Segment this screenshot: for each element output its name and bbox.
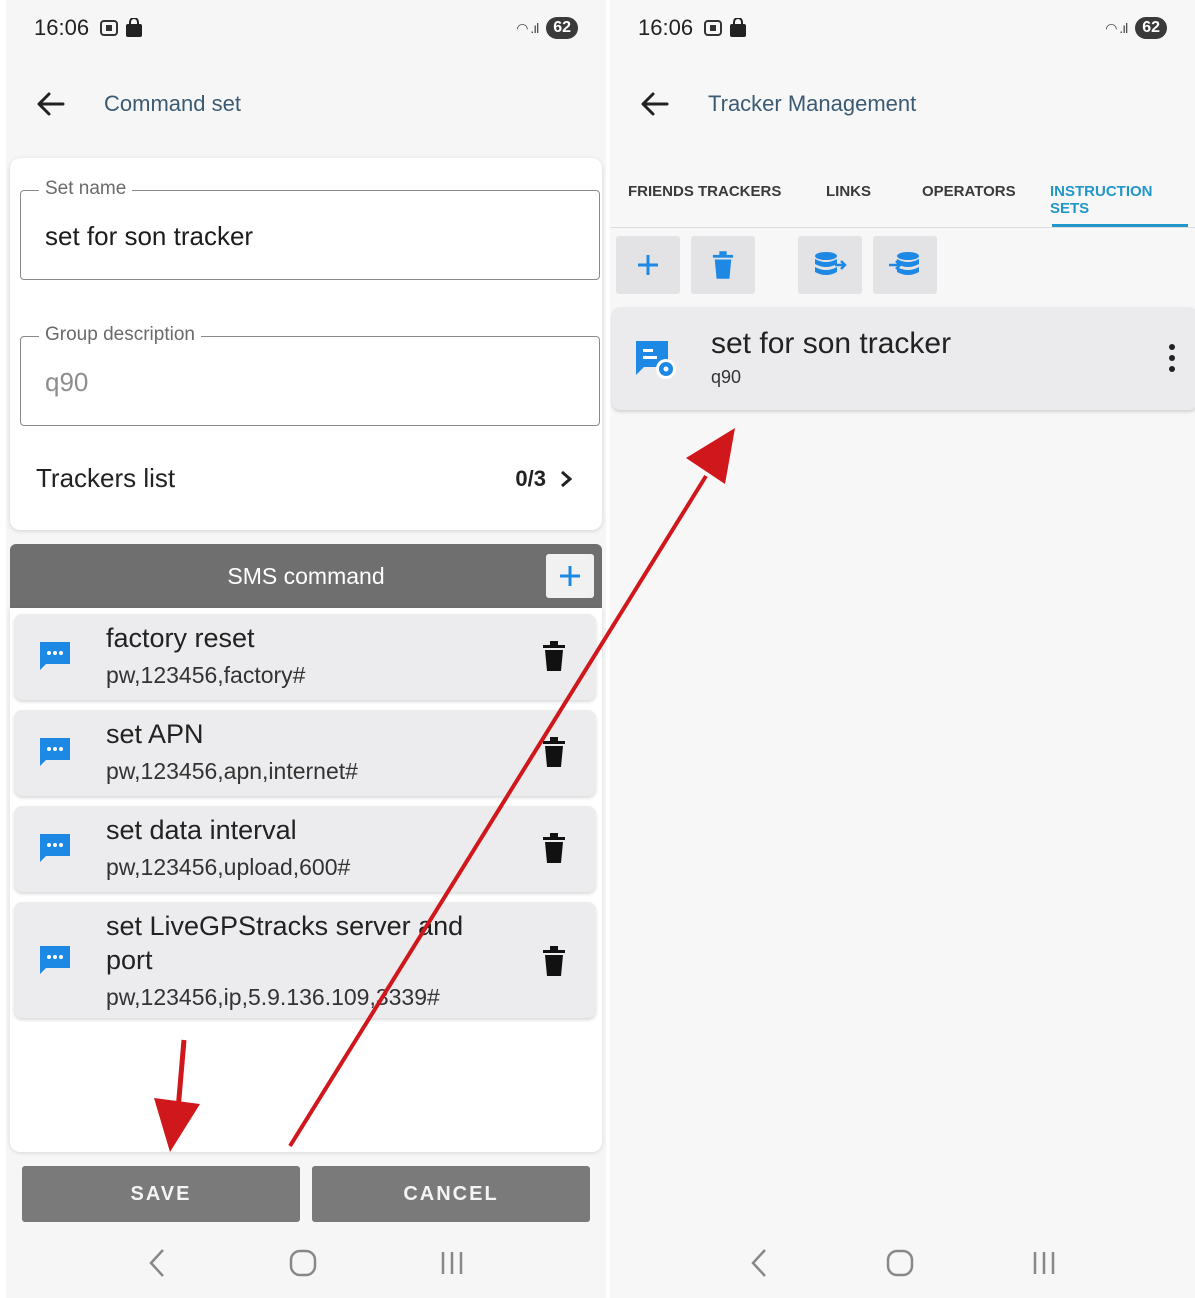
cancel-button[interactable]: CANCEL: [312, 1166, 590, 1222]
chat-icon: [40, 946, 70, 974]
command-name-line1: set LiveGPStracks server and: [106, 911, 464, 941]
battery-badge: 62: [1135, 17, 1167, 39]
status-time: 16:06: [34, 15, 90, 40]
bag-icon: [126, 18, 143, 37]
command-name: set data interval: [106, 815, 297, 845]
app-bar: Command set: [6, 56, 606, 152]
database-import-icon: [889, 252, 919, 275]
more-vert-icon[interactable]: [1167, 343, 1177, 373]
command-code: pw,123456,factory#: [106, 662, 306, 688]
status-bar: 16:06 ◠ .ıl 62: [610, 0, 1195, 56]
screenshot-icon: [704, 20, 723, 36]
trackers-list-row[interactable]: Trackers list 0/3: [36, 463, 572, 494]
tab-friends-trackers[interactable]: FRIENDS TRACKERS: [628, 183, 781, 200]
set-name: set for son tracker: [711, 327, 952, 360]
export-set-button[interactable]: [798, 236, 862, 294]
import-set-button[interactable]: [873, 236, 937, 294]
trackers-count: 0/3: [515, 465, 546, 491]
command-name: set APN: [106, 719, 204, 749]
nav-back-icon[interactable]: [749, 1248, 769, 1278]
command-item[interactable]: factory reset pw,123456,factory#: [14, 614, 596, 700]
active-tab-indicator: [1052, 224, 1188, 227]
trackers-list-label: Trackers list: [36, 463, 176, 493]
set-name-value: set for son tracker: [45, 221, 254, 251]
nav-recents-icon[interactable]: [1031, 1250, 1057, 1276]
set-description: q90: [711, 367, 742, 387]
chat-icon: [40, 738, 70, 766]
database-export-icon: [815, 252, 847, 275]
set-details-card: Set name set for son tracker Group descr…: [10, 158, 602, 530]
battery-badge: 62: [546, 17, 578, 39]
plus-icon: [560, 566, 580, 586]
trash-icon: [712, 251, 734, 279]
page-title: Command set: [104, 91, 241, 116]
plus-icon: [638, 255, 658, 275]
nav-recents-icon[interactable]: [439, 1250, 465, 1276]
sms-command-header: SMS command: [10, 544, 602, 608]
command-item[interactable]: set LiveGPStracks server and port pw,123…: [14, 902, 596, 1018]
bag-icon: [730, 18, 747, 37]
chat-icon: [40, 642, 70, 670]
tab-links[interactable]: LINKS: [826, 183, 871, 200]
tracker-management-screen: 16:06 ◠ .ıl 62 Tracker Management FRIEND…: [610, 0, 1195, 1298]
app-bar: Tracker Management: [610, 56, 1195, 152]
tab-operators[interactable]: OPERATORS: [922, 183, 1016, 200]
command-set-screen: 16:06 ◠ .ıl 62 Command set Set name set …: [6, 0, 606, 1298]
set-name-label: Set name: [39, 178, 133, 200]
command-item[interactable]: set APN pw,123456,apn,internet#: [14, 710, 596, 796]
group-description-field[interactable]: Group description q90: [20, 324, 600, 426]
command-item[interactable]: set data interval pw,123456,upload,600#: [14, 806, 596, 892]
nav-back-icon[interactable]: [147, 1248, 167, 1278]
status-time: 16:06: [638, 15, 694, 40]
set-settings-icon: [636, 341, 676, 379]
trash-icon[interactable]: [542, 641, 566, 671]
wifi-signal-icon: ◠ .ıl: [516, 19, 539, 36]
trash-icon[interactable]: [542, 946, 566, 976]
system-nav-bar: [6, 1228, 606, 1298]
nav-home-icon[interactable]: [886, 1249, 914, 1277]
command-code: pw,123456,ip,5.9.136.109,3339#: [106, 984, 440, 1010]
status-bar: 16:06 ◠ .ıl 62: [6, 0, 606, 56]
group-description-value: q90: [45, 367, 89, 397]
trash-icon[interactable]: [542, 737, 566, 767]
back-arrow-icon[interactable]: [638, 87, 672, 121]
sms-command-title: SMS command: [227, 562, 385, 589]
add-command-button[interactable]: [546, 554, 594, 598]
save-button[interactable]: SAVE: [22, 1166, 300, 1222]
back-arrow-icon[interactable]: [34, 87, 68, 121]
system-nav-bar: [610, 1228, 1195, 1298]
command-name: factory reset: [106, 623, 255, 653]
chevron-right-icon: [561, 470, 572, 487]
command-code: pw,123456,apn,internet#: [106, 758, 358, 784]
instruction-set-item[interactable]: set for son tracker q90: [612, 307, 1195, 410]
tab-bar: FRIENDS TRACKERS LINKS OPERATORS INSTRUC…: [610, 156, 1195, 228]
set-name-field[interactable]: Set name set for son tracker: [20, 178, 600, 280]
add-set-button[interactable]: [616, 236, 680, 294]
screenshot-icon: [100, 20, 119, 36]
page-title: Tracker Management: [708, 91, 917, 116]
command-code: pw,123456,upload,600#: [106, 854, 351, 880]
trash-icon[interactable]: [542, 833, 566, 863]
delete-set-button[interactable]: [691, 236, 755, 294]
chat-icon: [40, 834, 70, 862]
nav-home-icon[interactable]: [289, 1249, 317, 1277]
group-description-label: Group description: [39, 324, 201, 346]
command-name-line2: port: [106, 945, 153, 975]
tab-instruction-sets[interactable]: INSTRUCTION SETS: [1050, 183, 1195, 217]
wifi-signal-icon: ◠ .ıl: [1105, 19, 1128, 36]
